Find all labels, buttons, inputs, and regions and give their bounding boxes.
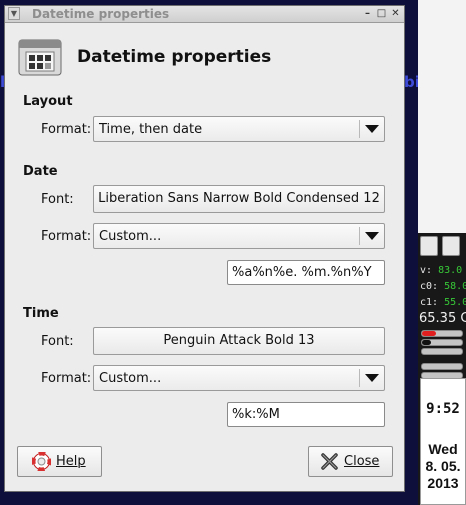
sensor-value: 55.0 ° bbox=[444, 297, 466, 308]
lifebuoy-icon bbox=[31, 451, 52, 472]
date-format-value: Custom... bbox=[99, 229, 162, 244]
time-format-value: Custom... bbox=[99, 371, 162, 386]
chevron-down-icon bbox=[365, 374, 379, 382]
panel-applets bbox=[420, 236, 466, 262]
date-format-label: Format: bbox=[41, 229, 92, 244]
dialog-title: Datetime properties bbox=[77, 47, 272, 67]
time-font-label: Font: bbox=[41, 334, 74, 349]
dialog-header: Datetime properties bbox=[18, 37, 271, 77]
maximize-icon[interactable]: □ bbox=[376, 8, 387, 19]
window-controls: – □ ✕ bbox=[362, 8, 401, 19]
close-icon bbox=[320, 452, 339, 471]
usage-bar bbox=[421, 348, 463, 355]
help-button-label: Help bbox=[56, 454, 86, 469]
title-bar[interactable]: ▼ Datetime properties – □ ✕ bbox=[5, 6, 404, 23]
clock-date: Wed 8. 05. 2013 bbox=[421, 441, 465, 492]
layout-section-title: Layout bbox=[23, 94, 73, 109]
combo-separator bbox=[359, 120, 360, 138]
sensor-label: c0: bbox=[420, 281, 439, 292]
window-title: Datetime properties bbox=[32, 7, 170, 21]
layout-format-value: Time, then date bbox=[99, 122, 203, 137]
panel-blank-area bbox=[418, 0, 466, 233]
close-button[interactable]: Close bbox=[308, 446, 393, 477]
minimize-icon[interactable]: – bbox=[362, 8, 373, 19]
sensor-value: 58.0 ° bbox=[444, 281, 466, 292]
window-menu-icon[interactable]: ▼ bbox=[8, 7, 20, 20]
layout-format-select[interactable]: Time, then date bbox=[93, 116, 385, 142]
time-format-select[interactable]: Custom... bbox=[93, 365, 385, 391]
date-font-button[interactable]: Liberation Sans Narrow Bold Condensed 12 bbox=[93, 185, 385, 213]
sensor-row: v: 83.0 °C bbox=[420, 265, 466, 276]
usage-bars bbox=[421, 330, 463, 381]
time-section-title: Time bbox=[23, 306, 59, 321]
clipboard-icon[interactable] bbox=[420, 236, 438, 256]
clock-applet[interactable]: 9:52 Wed 8. 05. 2013 bbox=[420, 378, 466, 505]
sensor-row: c0: 58.0 ° bbox=[420, 281, 466, 292]
clock-time: 9:52 bbox=[426, 401, 460, 417]
calendar-applet-icon bbox=[18, 37, 62, 77]
memory-readout: 65.35 G bbox=[419, 311, 466, 326]
time-format-label: Format: bbox=[41, 371, 92, 386]
date-custom-format-input[interactable]: %a%n%e. %m.%n%Y bbox=[227, 260, 385, 285]
datetime-properties-dialog: ▼ Datetime properties – □ ✕ Datetime pro… bbox=[4, 5, 405, 492]
printer-icon[interactable] bbox=[442, 236, 460, 256]
clock-weekday: Wed bbox=[428, 441, 458, 457]
usage-bar bbox=[421, 363, 463, 370]
date-font-label: Font: bbox=[41, 192, 74, 207]
combo-separator bbox=[359, 227, 360, 245]
combo-separator bbox=[359, 369, 360, 387]
sensor-row: c1: 55.0 ° bbox=[420, 297, 466, 308]
close-button-label: Close bbox=[344, 454, 380, 469]
sensor-label: c1: bbox=[420, 297, 439, 308]
usage-bar bbox=[421, 339, 463, 346]
help-button[interactable]: Help bbox=[17, 446, 102, 477]
sensor-value: 83.0 °C bbox=[438, 265, 466, 276]
date-section-title: Date bbox=[23, 164, 58, 179]
sensor-label: v: bbox=[420, 265, 433, 276]
chevron-down-icon bbox=[365, 232, 379, 240]
chevron-down-icon bbox=[365, 125, 379, 133]
clock-daymonth: 8. 05. bbox=[425, 458, 461, 474]
usage-bar bbox=[421, 330, 463, 337]
layout-format-label: Format: bbox=[41, 122, 92, 137]
time-font-button[interactable]: Penguin Attack Bold 13 bbox=[93, 327, 385, 355]
time-custom-format-input[interactable]: %k:%M bbox=[227, 402, 385, 427]
date-format-select[interactable]: Custom... bbox=[93, 223, 385, 249]
close-window-icon[interactable]: ✕ bbox=[390, 8, 401, 19]
clock-year: 2013 bbox=[427, 475, 459, 491]
